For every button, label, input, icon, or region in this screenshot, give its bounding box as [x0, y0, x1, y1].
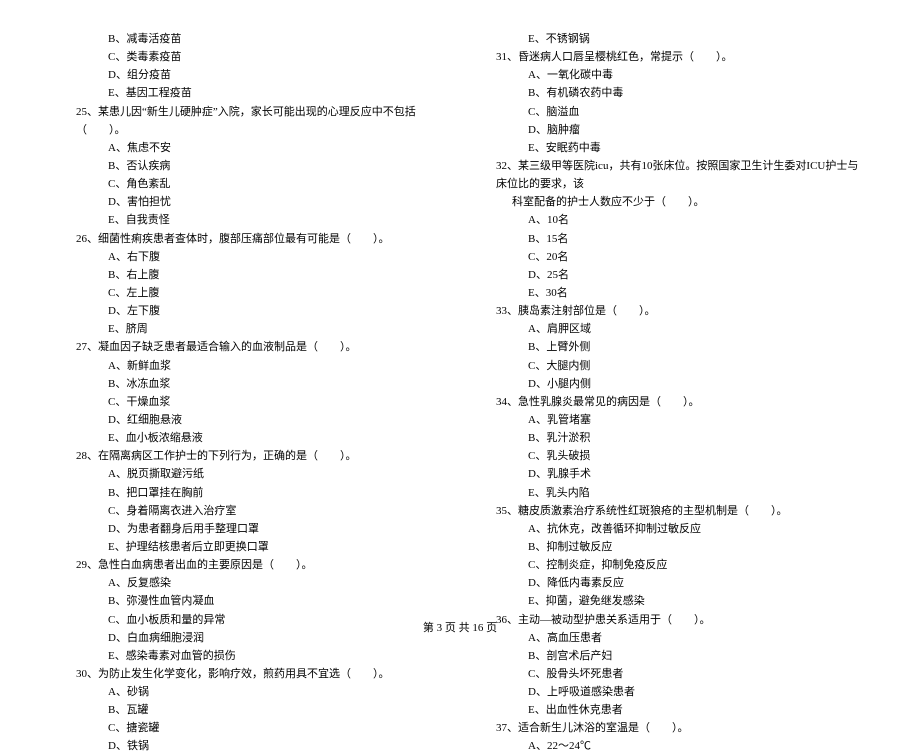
option-text: B、否认疾病	[60, 157, 440, 175]
option-text: C、角色紊乱	[60, 175, 440, 193]
option-text: D、降低内毒素反应	[480, 574, 860, 592]
option-text: A、新鲜血浆	[60, 357, 440, 375]
question-text: 26、细菌性痢疾患者查体时，腹部压痛部位最有可能是（ ）。	[60, 230, 440, 248]
question-text: 33、胰岛素注射部位是（ ）。	[480, 302, 860, 320]
option-text: A、砂锅	[60, 683, 440, 701]
question-text: 35、糖皮质激素治疗系统性红斑狼疮的主型机制是（ ）。	[480, 502, 860, 520]
option-text: B、减毒活疫苗	[60, 30, 440, 48]
option-text: B、上臂外侧	[480, 338, 860, 356]
question-continuation: 科室配备的护士人数应不少于（ ）。	[480, 193, 860, 211]
option-text: A、肩胛区域	[480, 320, 860, 338]
option-text: D、上呼吸道感染患者	[480, 683, 860, 701]
option-text: D、组分疫苗	[60, 66, 440, 84]
option-text: E、30名	[480, 284, 860, 302]
question-text: 27、凝血因子缺乏患者最适合输入的血液制品是（ ）。	[60, 338, 440, 356]
option-text: A、右下腹	[60, 248, 440, 266]
left-column: B、减毒活疫苗C、类毒素疫苗D、组分疫苗E、基因工程疫苗25、某患儿因“新生儿硬…	[60, 30, 440, 756]
option-text: A、22～24℃	[480, 737, 860, 755]
option-text: C、乳头破损	[480, 447, 860, 465]
option-text: E、基因工程疫苗	[60, 84, 440, 102]
question-text: 37、适合新生儿沐浴的室温是（ ）。	[480, 719, 860, 737]
option-text: E、血小板浓缩悬液	[60, 429, 440, 447]
option-text: C、左上腹	[60, 284, 440, 302]
option-text: C、干燥血浆	[60, 393, 440, 411]
option-text: D、小腿内侧	[480, 375, 860, 393]
option-text: D、25名	[480, 266, 860, 284]
option-text: B、弥漫性血管内凝血	[60, 592, 440, 610]
right-column: E、不锈钢锅31、昏迷病人口唇呈樱桃红色，常提示（ ）。A、一氧化碳中毒B、有机…	[480, 30, 860, 756]
option-text: E、乳头内陷	[480, 484, 860, 502]
option-text: C、类毒素疫苗	[60, 48, 440, 66]
option-text: D、红细胞悬液	[60, 411, 440, 429]
option-text: B、乳汁淤积	[480, 429, 860, 447]
question-text: 32、某三级甲等医院icu，共有10张床位。按照国家卫生计生委对ICU护士与床位…	[480, 157, 860, 193]
option-text: E、脐周	[60, 320, 440, 338]
option-text: B、抑制过敏反应	[480, 538, 860, 556]
option-text: B、冰冻血浆	[60, 375, 440, 393]
option-text: A、脱页撕取避污纸	[60, 465, 440, 483]
option-text: D、乳腺手术	[480, 465, 860, 483]
option-text: A、一氧化碳中毒	[480, 66, 860, 84]
option-text: B、瓦罐	[60, 701, 440, 719]
option-text: C、控制炎症，抑制免疫反应	[480, 556, 860, 574]
option-text: B、15名	[480, 230, 860, 248]
option-text: A、10名	[480, 211, 860, 229]
option-text: A、抗休克，改善循环抑制过敏反应	[480, 520, 860, 538]
option-text: E、护理结核患者后立即更换口罩	[60, 538, 440, 556]
question-text: 25、某患儿因“新生儿硬肿症”入院，家长可能出现的心理反应中不包括（ ）。	[60, 103, 440, 139]
option-text: E、出血性休克患者	[480, 701, 860, 719]
option-text: D、左下腹	[60, 302, 440, 320]
option-text: C、股骨头坏死患者	[480, 665, 860, 683]
option-text: E、自我责怪	[60, 211, 440, 229]
option-text: C、脑溢血	[480, 103, 860, 121]
option-text: A、乳管堵塞	[480, 411, 860, 429]
question-text: 31、昏迷病人口唇呈樱桃红色，常提示（ ）。	[480, 48, 860, 66]
page-footer: 第 3 页 共 16 页	[0, 619, 920, 635]
option-text: C、20名	[480, 248, 860, 266]
question-text: 34、急性乳腺炎最常见的病因是（ ）。	[480, 393, 860, 411]
question-text: 29、急性白血病患者出血的主要原因是（ ）。	[60, 556, 440, 574]
option-text: C、大腿内侧	[480, 357, 860, 375]
option-text: D、为患者翻身后用手整理口罩	[60, 520, 440, 538]
question-text: 30、为防止发生化学变化，影响疗效，煎药用具不宜选（ ）。	[60, 665, 440, 683]
option-text: D、害怕担忧	[60, 193, 440, 211]
option-text: B、把口罩挂在胸前	[60, 484, 440, 502]
option-text: E、抑菌，避免继发感染	[480, 592, 860, 610]
question-text: 28、在隔离病区工作护士的下列行为，正确的是（ ）。	[60, 447, 440, 465]
option-text: A、焦虑不安	[60, 139, 440, 157]
option-text: D、铁锅	[60, 737, 440, 755]
option-text: E、安眠药中毒	[480, 139, 860, 157]
option-text: A、反复感染	[60, 574, 440, 592]
option-text: C、搪瓷罐	[60, 719, 440, 737]
option-text: B、右上腹	[60, 266, 440, 284]
option-text: B、有机磷农药中毒	[480, 84, 860, 102]
option-text: D、脑肿瘤	[480, 121, 860, 139]
option-text: C、身着隔离衣进入治疗室	[60, 502, 440, 520]
option-text: E、不锈钢锅	[480, 30, 860, 48]
